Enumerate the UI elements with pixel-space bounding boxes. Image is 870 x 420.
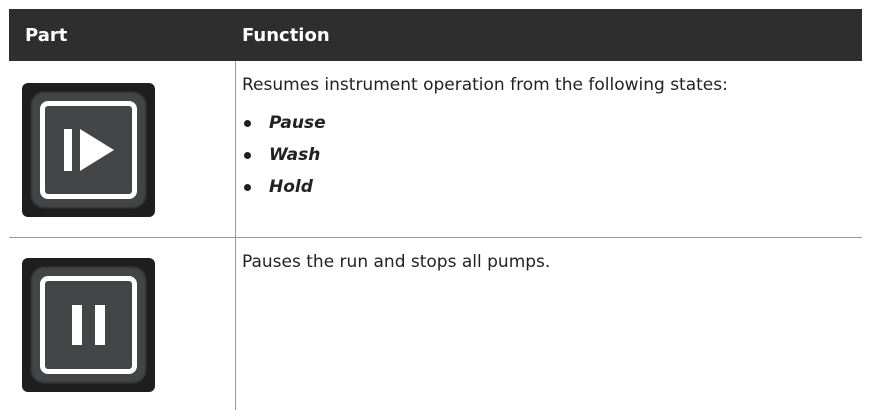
table-header: Part Function bbox=[9, 9, 862, 61]
table-row: Pauses the run and stops all pumps. bbox=[9, 238, 862, 410]
resume-play-icon bbox=[22, 83, 155, 217]
header-part: Part bbox=[25, 24, 68, 46]
list-item: Pause bbox=[242, 113, 862, 133]
function-cell: Resumes instrument operation from the fo… bbox=[236, 61, 862, 237]
header-function: Function bbox=[242, 24, 330, 46]
list-item: Wash bbox=[242, 145, 862, 165]
list-item: Hold bbox=[242, 177, 862, 197]
function-description: Resumes instrument operation from the fo… bbox=[242, 75, 728, 95]
state-label: Hold bbox=[269, 177, 313, 197]
state-label: Pause bbox=[269, 113, 326, 133]
state-label: Wash bbox=[269, 145, 321, 165]
function-description: Pauses the run and stops all pumps. bbox=[242, 252, 551, 272]
function-cell: Pauses the run and stops all pumps. bbox=[236, 238, 862, 410]
state-list: Pause Wash Hold bbox=[242, 113, 862, 197]
pause-icon bbox=[22, 258, 155, 392]
parts-table: Part Function Resumes instrument operati… bbox=[9, 9, 862, 410]
part-cell bbox=[9, 238, 236, 410]
part-cell bbox=[9, 61, 236, 237]
table-row: Resumes instrument operation from the fo… bbox=[9, 61, 862, 238]
